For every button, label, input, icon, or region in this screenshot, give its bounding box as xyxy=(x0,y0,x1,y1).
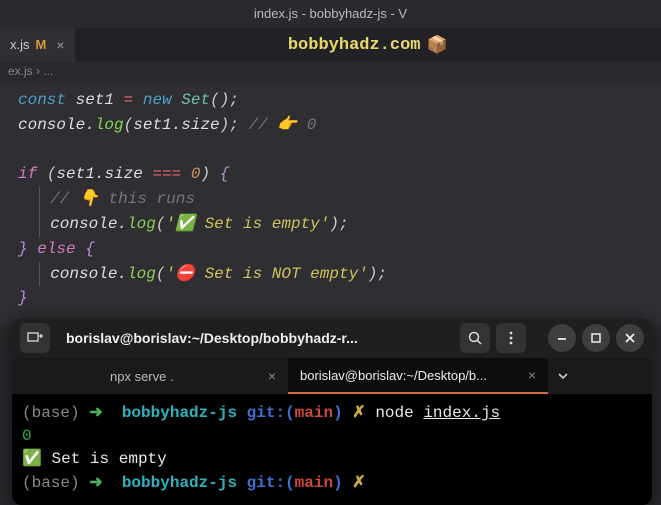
tab-close-icon[interactable]: × xyxy=(56,37,64,53)
terminal-tab-serve[interactable]: npx serve . × xyxy=(98,358,288,394)
minimize-button[interactable] xyxy=(548,324,576,352)
terminal-tab-shell[interactable]: borislav@borislav:~/Desktop/b... × xyxy=(288,358,548,394)
code-line: } xyxy=(18,286,643,311)
terminal-output: 0 xyxy=(22,425,642,448)
close-button[interactable] xyxy=(616,324,644,352)
search-button[interactable] xyxy=(460,323,490,353)
code-line: console.log('✅ Set is empty'); xyxy=(18,212,643,237)
chevron-down-icon xyxy=(555,368,571,384)
code-editor[interactable]: const set1 = new Set(); console.log(set1… xyxy=(0,84,661,325)
terminal-output: ✅ Set is empty xyxy=(22,448,642,471)
minimize-icon xyxy=(554,330,570,346)
close-icon xyxy=(622,330,638,346)
kebab-icon xyxy=(503,330,519,346)
terminal-tab-label: npx serve . xyxy=(110,369,174,384)
maximize-button[interactable] xyxy=(582,324,610,352)
terminal-body[interactable]: (base) ➜ bobbyhadz-js git:(main) ✗ node … xyxy=(12,394,652,505)
new-tab-button[interactable] xyxy=(20,323,50,353)
brand-text: bobbyhadz.com xyxy=(288,36,421,55)
terminal-tab-close-icon[interactable]: × xyxy=(528,367,536,383)
search-icon xyxy=(467,330,483,346)
terminal-line: (base) ➜ bobbyhadz-js git:(main) ✗ xyxy=(22,472,642,495)
editor-tab-bar: x.js M × bobbyhadz.com 📦 xyxy=(0,28,661,62)
code-line: console.log(set1.size); // 👉️ 0 xyxy=(18,113,643,138)
menu-button[interactable] xyxy=(496,323,526,353)
code-line: const set1 = new Set(); xyxy=(18,88,643,113)
code-line: if (set1.size === 0) { xyxy=(18,162,643,187)
editor-tab-index-js[interactable]: x.js M × xyxy=(0,28,75,62)
terminal-title: borislav@borislav:~/Desktop/bobbyhadz-r.… xyxy=(56,330,454,346)
terminal-tab-label: borislav@borislav:~/Desktop/b... xyxy=(300,368,487,383)
code-line: console.log('⛔ Set is NOT empty'); xyxy=(18,262,643,287)
maximize-icon xyxy=(588,330,604,346)
terminal-line: (base) ➜ bobbyhadz-js git:(main) ✗ node … xyxy=(22,402,642,425)
code-line: // 👇️ this runs xyxy=(18,187,643,212)
brand-emoji: 📦 xyxy=(426,35,447,56)
breadcrumb[interactable]: ex.js › ... xyxy=(0,62,661,84)
terminal-window: borislav@borislav:~/Desktop/bobbyhadz-r.… xyxy=(12,318,652,505)
brand-banner: bobbyhadz.com 📦 xyxy=(75,28,661,62)
tab-modified-badge: M xyxy=(36,37,47,52)
terminal-tab-close-icon[interactable]: × xyxy=(268,368,276,384)
code-line: } else { xyxy=(18,237,643,262)
terminal-header: borislav@borislav:~/Desktop/bobbyhadz-r.… xyxy=(12,318,652,358)
terminal-tab-overflow[interactable] xyxy=(548,358,578,394)
terminal-plus-icon xyxy=(27,330,43,346)
code-line xyxy=(18,138,643,163)
window-title: index.js - bobbyhadz-js - V xyxy=(0,0,661,28)
terminal-tab-bar: npx serve . × borislav@borislav:~/Deskto… xyxy=(12,358,652,394)
tab-filename: x.js xyxy=(10,37,30,52)
